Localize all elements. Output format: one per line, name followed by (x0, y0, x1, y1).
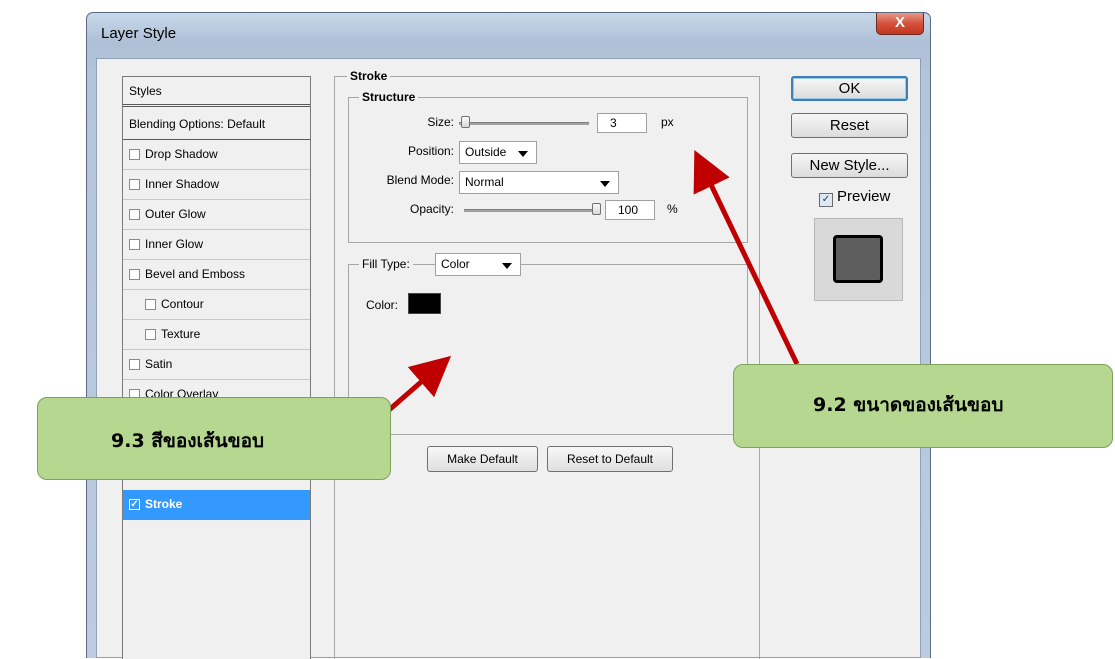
callout-stroke-color: 9.3 สีของเส้นขอบ (37, 397, 391, 480)
callout-stroke-size: 9.2 ขนาดของเส้นขอบ (733, 364, 1113, 448)
callout-stroke-size-text: 9.2 ขนาดของเส้นขอบ (813, 394, 1004, 416)
callout-stroke-color-text: 9.3 สีของเส้นขอบ (111, 430, 265, 452)
size-arrow (693, 149, 800, 366)
annotation-arrows (379, 149, 800, 419)
